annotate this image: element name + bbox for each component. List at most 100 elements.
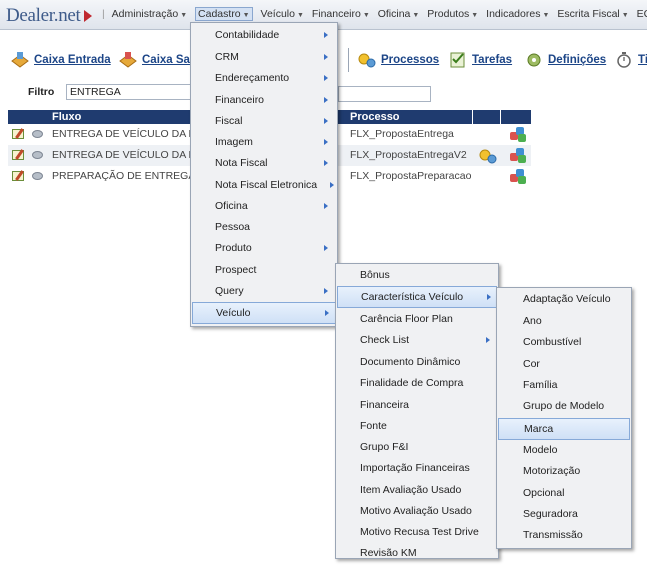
menu-item-seguradora[interactable]: Seguradora: [497, 504, 631, 525]
menu-item-opcional[interactable]: Opcional: [497, 483, 631, 504]
menu-oficina[interactable]: Oficina ▼: [378, 8, 420, 20]
edit-icon[interactable]: [12, 129, 24, 139]
menu-item-ano[interactable]: Ano: [497, 311, 631, 332]
menu-item-veiculo[interactable]: Veículo: [192, 302, 336, 324]
chevron-right-icon: [324, 245, 328, 251]
menu-item-contabilidade[interactable]: Contabilidade: [191, 25, 337, 46]
chevron-right-icon: [487, 294, 491, 300]
menu-item-motivo-avaliacao-usado[interactable]: Motivo Avaliação Usado: [336, 501, 498, 522]
chevron-down-icon: ▼: [242, 12, 250, 19]
chevron-right-icon: [324, 118, 328, 124]
menu-item-cor[interactable]: Cor: [497, 354, 631, 375]
view-icon[interactable]: [32, 151, 43, 159]
view-icon[interactable]: [32, 130, 43, 138]
menu-item-fonte[interactable]: Fonte: [336, 416, 498, 437]
menu-item-crm[interactable]: CRM: [191, 47, 337, 68]
menu-item-caracteristica-veiculo[interactable]: Característica Veículo: [337, 286, 497, 308]
tarefas-button[interactable]: Tarefas: [448, 50, 512, 70]
menu-item-marca[interactable]: Marca: [498, 418, 630, 440]
caracteristica-veiculo-submenu: Adaptação Veículo Ano Combustível Cor Fa…: [496, 287, 632, 549]
menu-item-financeira[interactable]: Financeira: [336, 395, 498, 416]
menu-item-familia[interactable]: Família: [497, 375, 631, 396]
process-diagram-icon[interactable]: [508, 147, 528, 163]
menu-item-finalidade-compra[interactable]: Finalidade de Compra: [336, 373, 498, 394]
menu-item-motivo-recusa-test-drive[interactable]: Motivo Recusa Test Drive: [336, 522, 498, 543]
menu-item-produto[interactable]: Produto: [191, 238, 337, 259]
veiculo-submenu: Bônus Característica Veículo Carência Fl…: [335, 263, 499, 559]
menu-item-adaptacao-veiculo[interactable]: Adaptação Veículo: [497, 289, 631, 310]
toolbar-divider: [348, 48, 349, 72]
process-diagram-icon[interactable]: [508, 168, 528, 184]
menu-item-nota-fiscal-eletronica[interactable]: Nota Fiscal Eletronica: [191, 175, 337, 196]
menu-item-modelo[interactable]: Modelo: [497, 440, 631, 461]
caixa-saida-button[interactable]: Caixa Sa: [118, 50, 190, 70]
definicoes-button[interactable]: Definições: [524, 50, 606, 70]
menu-item-revisao-km[interactable]: Revisão KM: [336, 543, 498, 559]
filter-input[interactable]: ENTREGA: [66, 84, 191, 100]
menu-financeiro[interactable]: Financeiro ▼: [312, 8, 370, 20]
menu-item-imagem[interactable]: Imagem: [191, 132, 337, 153]
col-fluxo-header[interactable]: Fluxo: [52, 111, 81, 123]
chevron-right-icon: [324, 75, 328, 81]
header-divider: [472, 110, 473, 124]
view-icon[interactable]: [32, 172, 43, 180]
chevron-down-icon: ▼: [180, 12, 188, 19]
menu-separator: |: [102, 8, 105, 20]
menu-item-fiscal[interactable]: Fiscal: [191, 111, 337, 132]
menu-item-grupo-fi[interactable]: Grupo F&I: [336, 437, 498, 458]
gears-icon: [357, 51, 377, 69]
menu-item-enderecamento[interactable]: Endereçamento: [191, 68, 337, 89]
menu-veiculo[interactable]: Veículo ▼: [261, 8, 304, 20]
menu-ecf[interactable]: ECF▼: [637, 8, 647, 20]
menu-item-check-list[interactable]: Check List: [336, 330, 498, 351]
processos-button[interactable]: Processos: [357, 50, 439, 70]
menu-item-item-avaliacao-usado[interactable]: Item Avaliação Usado: [336, 480, 498, 501]
timer-button[interactable]: Ti: [614, 50, 647, 70]
menu-item-query[interactable]: Query: [191, 281, 337, 302]
menu-indicadores[interactable]: Indicadores ▼: [486, 8, 549, 20]
chevron-right-icon: [324, 139, 328, 145]
stopwatch-icon: [614, 51, 634, 69]
chevron-right-icon: [330, 182, 334, 188]
chevron-right-icon: [324, 32, 328, 38]
menu-item-importacao-financeiras[interactable]: Importação Financeiras: [336, 458, 498, 479]
menu-item-motorizacao[interactable]: Motorização: [497, 461, 631, 482]
process-diagram-icon[interactable]: [508, 126, 528, 142]
col-processo-header[interactable]: Processo: [350, 111, 400, 123]
menu-item-oficina[interactable]: Oficina: [191, 196, 337, 217]
main-menu: | Administração ▼ Cadastro ▼ Veículo ▼ Fina…: [102, 7, 647, 21]
gears-icon[interactable]: [478, 147, 498, 167]
chevron-right-icon: [324, 97, 328, 103]
menu-item-nota-fiscal[interactable]: Nota Fiscal: [191, 153, 337, 174]
menu-item-grupo-de-modelo[interactable]: Grupo de Modelo: [497, 396, 631, 417]
caixa-entrada-button[interactable]: Caixa Entrada: [10, 50, 111, 70]
menu-escrita-fiscal[interactable]: Escrita Fiscal ▼: [557, 8, 628, 20]
edit-icon[interactable]: [12, 171, 24, 181]
edit-icon[interactable]: [12, 150, 24, 160]
menu-produtos[interactable]: Produtos ▼: [427, 8, 478, 20]
menu-administracao[interactable]: Administração ▼: [112, 8, 187, 20]
chevron-right-icon: [324, 54, 328, 60]
checklist-icon: [448, 51, 468, 69]
chevron-down-icon: ▼: [296, 12, 304, 19]
chevron-right-icon: [324, 203, 328, 209]
filter-input-secondary[interactable]: [338, 86, 431, 102]
menu-cadastro[interactable]: Cadastro ▼: [195, 7, 253, 21]
menu-item-pessoa[interactable]: Pessoa: [191, 217, 337, 238]
outbox-icon: [118, 51, 138, 69]
menu-item-combustivel[interactable]: Combustível: [497, 332, 631, 353]
chevron-down-icon: ▼: [362, 12, 370, 19]
chevron-down-icon: ▼: [471, 12, 479, 19]
app-logo[interactable]: Dealer.net: [6, 5, 81, 27]
chevron-down-icon: ▼: [621, 12, 629, 19]
menu-item-documento-dinamico[interactable]: Documento Dinâmico: [336, 352, 498, 373]
menu-item-financeiro[interactable]: Financeiro: [191, 90, 337, 111]
chevron-right-icon: [324, 288, 328, 294]
menu-item-transmissao[interactable]: Transmissão: [497, 525, 631, 546]
menu-item-carencia-floor-plan[interactable]: Carência Floor Plan: [336, 309, 498, 330]
settings-icon: [524, 51, 544, 69]
menu-item-bonus[interactable]: Bônus: [336, 265, 498, 286]
header-divider: [500, 110, 501, 124]
chevron-right-icon: [486, 337, 490, 343]
menu-item-prospect[interactable]: Prospect: [191, 260, 337, 281]
